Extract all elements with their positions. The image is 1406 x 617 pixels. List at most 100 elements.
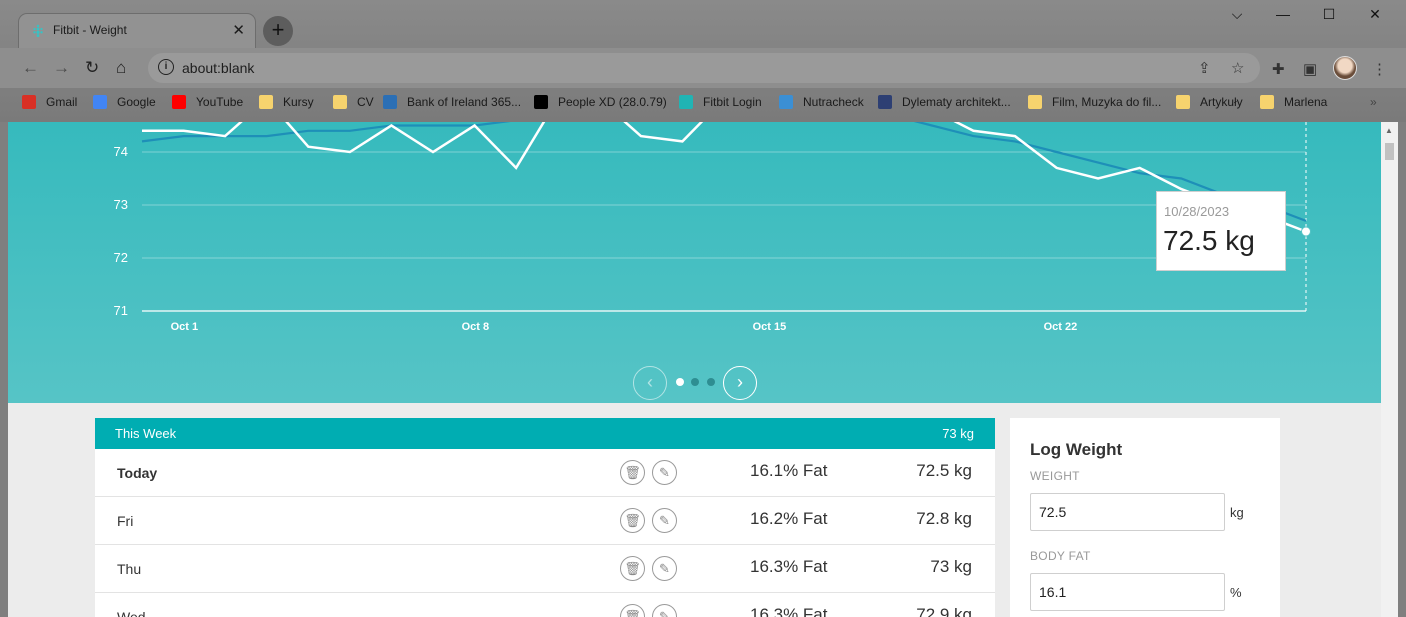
bookmark-label: Nutracheck xyxy=(803,95,864,109)
bookmark-favicon-icon xyxy=(534,95,548,109)
bookmark-item[interactable]: Fitbit Login xyxy=(679,95,762,109)
delete-icon[interactable]: 🗑 xyxy=(620,556,645,581)
maximize-button[interactable]: ☐ xyxy=(1306,6,1352,23)
bookmarks-bar: Gmail Google YouTube Kursy CV Bank of Ireland… xyxy=(0,88,1406,116)
home-icon[interactable]: ⌂ xyxy=(116,58,126,78)
bookmark-favicon-icon xyxy=(679,95,693,109)
close-window-button[interactable]: ✕ xyxy=(1352,6,1398,23)
bookmark-item[interactable]: Kursy xyxy=(259,95,314,109)
bookmark-item[interactable]: Nutracheck xyxy=(779,95,864,109)
bookmark-label: Dylematy architekt... xyxy=(902,95,1011,109)
new-tab-button[interactable]: + xyxy=(263,16,293,46)
row-weight: 72.9 kg xyxy=(916,605,972,617)
tooltip-date: 10/28/2023 xyxy=(1164,204,1230,219)
table-row: Fri 🗑 ✎ 16.2% Fat 72.8 kg xyxy=(95,497,995,545)
bookmark-item[interactable]: Marlena xyxy=(1260,95,1327,109)
pager-dot[interactable] xyxy=(691,378,699,386)
bookmark-label: Film, Muzyka do fil... xyxy=(1052,95,1162,109)
share-icon[interactable]: ⇪ xyxy=(1198,59,1211,77)
fitbit-page: 10/28/2023 72.5 kg ‹ › 71 72 73 74 Oct 1 Oct … xyxy=(8,122,1381,617)
edit-icon[interactable]: ✎ xyxy=(652,556,677,581)
bookmark-favicon-icon xyxy=(259,95,273,109)
weight-unit: kg xyxy=(1230,505,1244,520)
weight-chart-panel: 10/28/2023 72.5 kg ‹ › 71 72 73 74 Oct 1 Oct … xyxy=(8,122,1381,403)
bookmark-item[interactable]: Film, Muzyka do fil... xyxy=(1028,95,1161,109)
table-row: Wed 🗑 ✎ 16.3% Fat 72.9 kg xyxy=(95,593,995,617)
tab-fitbit-weight[interactable]: Fitbit - Weight ✕ xyxy=(18,13,256,48)
log-weight-title: Log Weight xyxy=(1030,440,1123,459)
bookmark-favicon-icon xyxy=(1176,95,1190,109)
menu-kebab-icon[interactable]: ⋮ xyxy=(1372,60,1387,78)
edit-icon[interactable]: ✎ xyxy=(652,604,677,617)
bookmark-item[interactable]: People XD (28.0.79) xyxy=(534,95,667,109)
row-day: Today xyxy=(117,465,158,481)
bookmark-label: Kursy xyxy=(283,95,314,109)
x-tick-label: Oct 8 xyxy=(461,321,490,333)
bookmark-label: Google xyxy=(117,95,156,109)
row-fat: 16.3% Fat xyxy=(750,605,828,617)
reload-icon[interactable]: ↻ xyxy=(85,58,99,78)
trend-series-line xyxy=(141,122,1307,222)
more-bookmarks-icon[interactable]: » xyxy=(1370,95,1377,109)
back-icon[interactable]: ← xyxy=(22,58,39,78)
bookmark-item[interactable]: Artykuły xyxy=(1176,95,1243,109)
page-scrollbar[interactable]: ▲ xyxy=(1381,122,1398,617)
delete-icon[interactable]: 🗑 xyxy=(620,604,645,617)
bookmark-item[interactable]: Bank of Ireland 365... xyxy=(383,95,521,109)
y-tick-label: 71 xyxy=(113,303,128,318)
bookmark-label: YouTube xyxy=(196,95,244,109)
fitbit-icon xyxy=(33,24,43,37)
minimize-button[interactable]: — xyxy=(1260,6,1306,22)
edit-icon[interactable]: ✎ xyxy=(652,508,677,533)
row-weight: 72.8 kg xyxy=(916,509,972,528)
profile-avatar[interactable] xyxy=(1333,56,1357,80)
row-fat: 16.1% Fat xyxy=(750,461,828,480)
bookmark-label: People XD (28.0.79) xyxy=(558,95,667,109)
side-panel-icon[interactable]: ▣ xyxy=(1303,60,1317,78)
row-day: Fri xyxy=(117,513,134,529)
delete-icon[interactable]: 🗑 xyxy=(620,508,645,533)
bookmark-label: Fitbit Login xyxy=(703,95,762,109)
y-tick-label: 72 xyxy=(113,250,128,265)
table-row: Today 🗑 ✎ 16.1% Fat 72.5 kg xyxy=(95,449,995,497)
scrollbar-thumb[interactable] xyxy=(1385,143,1394,160)
y-tick-label: 74 xyxy=(113,144,128,159)
site-info-icon[interactable]: i xyxy=(158,59,174,75)
edit-icon[interactable]: ✎ xyxy=(652,460,677,485)
pager-dot[interactable] xyxy=(676,378,684,386)
bookmark-favicon-icon xyxy=(93,95,107,109)
row-weight: 72.5 kg xyxy=(916,461,972,480)
bookmark-item[interactable]: Google xyxy=(93,95,156,109)
body-fat-input[interactable] xyxy=(1030,573,1225,611)
row-fat: 16.3% Fat xyxy=(750,557,828,576)
bookmark-favicon-icon xyxy=(878,95,892,109)
chart-next-button[interactable]: › xyxy=(723,366,757,400)
forward-icon[interactable]: → xyxy=(53,58,70,78)
address-bar[interactable]: i about:blank ⇪ ☆ xyxy=(148,53,1260,83)
row-day: Wed xyxy=(117,609,146,617)
delete-icon[interactable]: 🗑 xyxy=(620,460,645,485)
bookmark-item[interactable]: Dylematy architekt... xyxy=(878,95,1011,109)
weight-input[interactable] xyxy=(1030,493,1225,531)
tab-search-icon[interactable]: ⌵ xyxy=(1214,6,1260,23)
bookmark-item[interactable]: CV xyxy=(333,95,374,109)
bookmark-favicon-icon xyxy=(1028,95,1042,109)
this-week-table: This Week 73 kg Today 🗑 ✎ 16.1% Fat 72.5 kg F… xyxy=(95,418,995,617)
row-fat: 16.2% Fat xyxy=(750,509,828,528)
tab-close-icon[interactable]: ✕ xyxy=(232,21,245,39)
selected-data-point[interactable] xyxy=(1301,226,1311,237)
row-day: Thu xyxy=(117,561,142,577)
bookmark-label: Gmail xyxy=(46,95,78,109)
extensions-icon[interactable]: ✚ xyxy=(1272,60,1285,78)
week-header: This Week 73 kg xyxy=(95,418,995,449)
bookmark-item[interactable]: YouTube xyxy=(172,95,243,109)
week-title: This Week xyxy=(115,426,177,441)
chart-prev-button[interactable]: ‹ xyxy=(633,366,667,400)
pager-dot[interactable] xyxy=(707,378,715,386)
bookmark-star-icon[interactable]: ☆ xyxy=(1231,59,1244,77)
weight-label: WEIGHT xyxy=(1030,469,1080,483)
bookmark-label: Artykuły xyxy=(1200,95,1243,109)
scroll-up-icon[interactable]: ▲ xyxy=(1385,126,1393,135)
week-total: 73 kg xyxy=(942,426,974,441)
bookmark-item[interactable]: Gmail xyxy=(22,95,77,109)
